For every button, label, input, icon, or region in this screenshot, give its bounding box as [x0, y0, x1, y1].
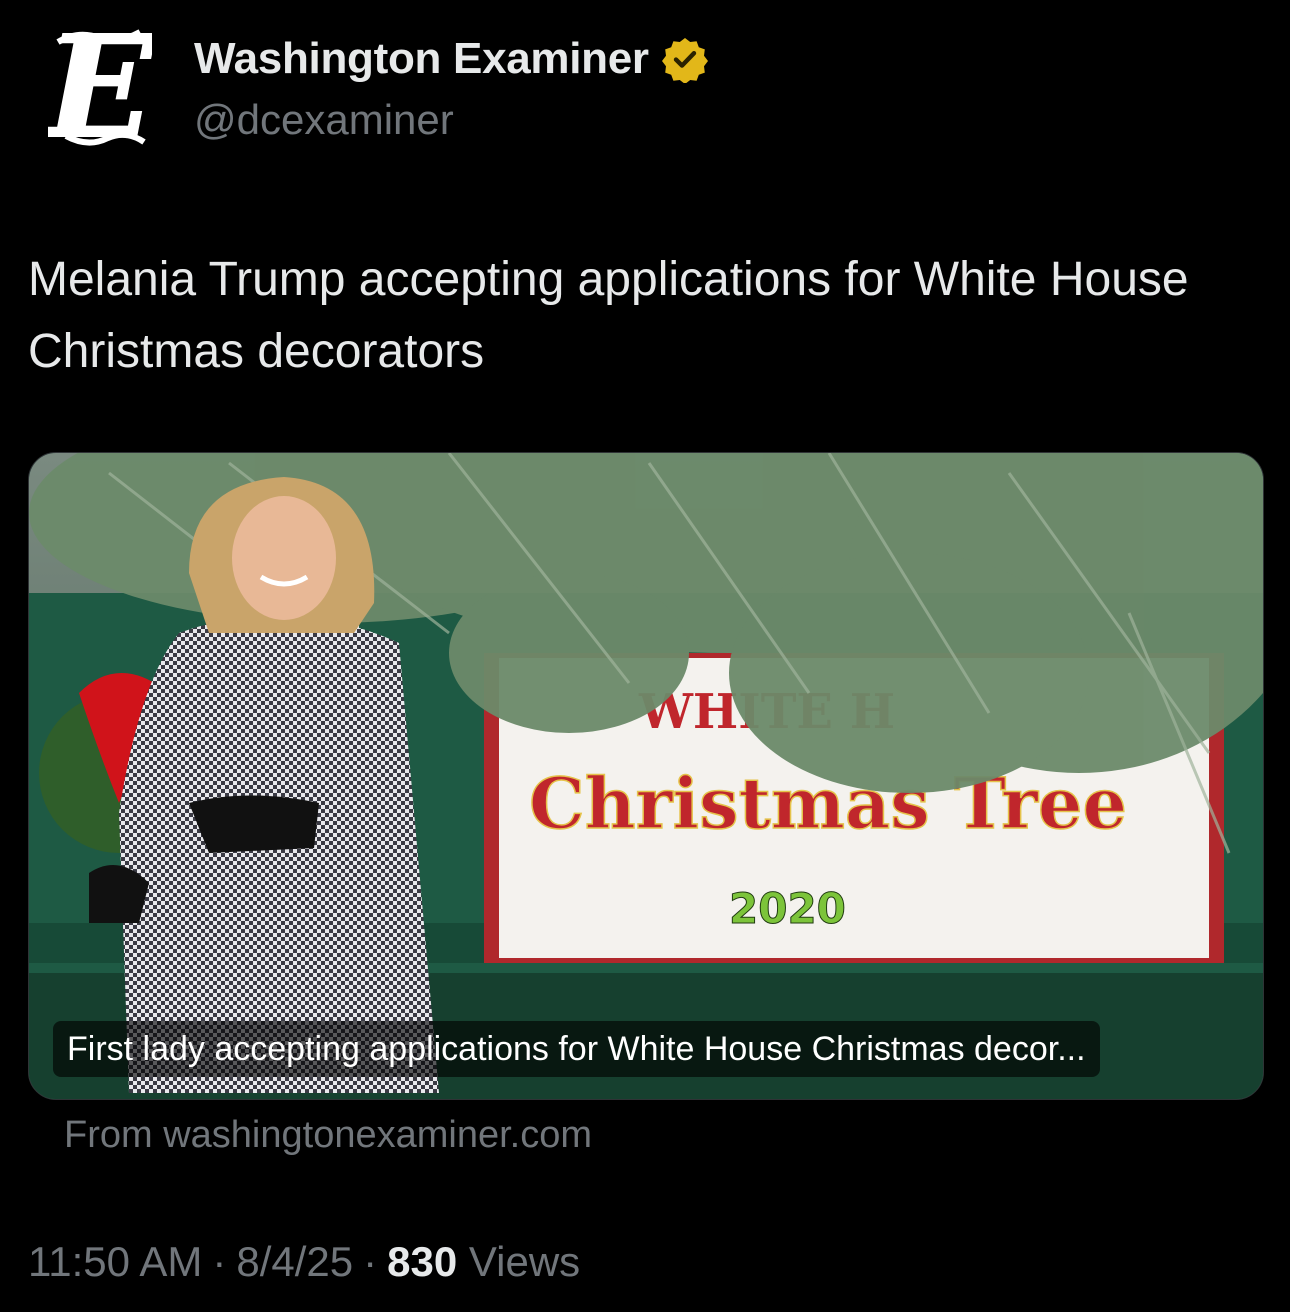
- tweet-time[interactable]: 11:50 AM: [28, 1238, 202, 1286]
- views-count: 830: [387, 1238, 458, 1285]
- svg-text:E: E: [48, 24, 152, 152]
- tweet-meta: 11:50 AM · 8/4/25 · 830 Views: [28, 1238, 580, 1286]
- meta-separator: ·: [363, 1238, 378, 1285]
- card-source-domain[interactable]: From washingtonexaminer.com: [64, 1114, 592, 1157]
- card-caption[interactable]: First lady accepting applications for Wh…: [53, 1021, 1100, 1077]
- author-avatar[interactable]: E: [42, 5, 157, 171]
- tweet[interactable]: E Washington Examiner @dcexaminer Melani…: [0, 0, 1290, 1312]
- verified-badge-icon: [661, 38, 708, 83]
- tweet-text: Melania Trump accepting applications for…: [28, 253, 1189, 378]
- sign-line3: 2020: [729, 884, 846, 933]
- link-card[interactable]: WHITE H Christmas Tree 2020: [28, 452, 1264, 1100]
- views-label: Views: [468, 1238, 581, 1285]
- author-name-row[interactable]: Washington Examiner: [194, 34, 709, 84]
- author-display-name[interactable]: Washington Examiner: [194, 34, 649, 84]
- card-image: WHITE H Christmas Tree 2020: [29, 453, 1263, 1099]
- gothic-e-logo-icon: E: [42, 5, 157, 171]
- tweet-date[interactable]: 8/4/25: [236, 1238, 353, 1286]
- meta-separator: ·: [212, 1238, 227, 1285]
- author-handle[interactable]: @dcexaminer: [194, 96, 454, 144]
